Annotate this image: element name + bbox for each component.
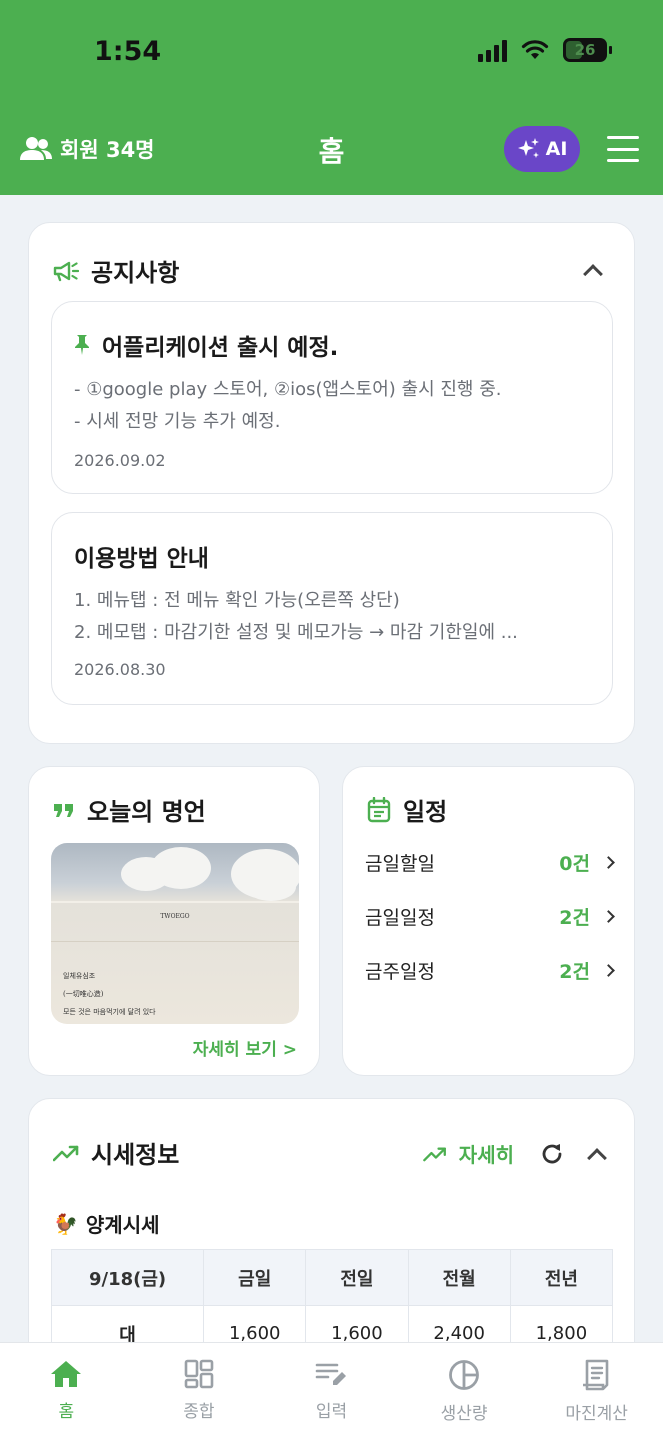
ai-button[interactable]: AI xyxy=(504,126,580,172)
schedule-row-count: 2건 xyxy=(559,960,590,983)
collapse-chevron-icon[interactable] xyxy=(583,264,603,284)
quote-image-line: (一切唯心造) xyxy=(63,990,104,998)
trending-up-icon xyxy=(422,1147,446,1161)
quote-image[interactable]: TWOEGO 일체유심조 (一切唯心造) 모든 것은 마음먹기에 달려 있다 xyxy=(51,843,299,1024)
schedule-row-week-events[interactable]: 금주일정 2건 xyxy=(365,955,615,985)
wifi-icon xyxy=(521,40,549,59)
nav-item-label: 홈 xyxy=(58,1402,75,1422)
table-header-cell: 금일 xyxy=(203,1249,307,1306)
schedule-row-count: 2건 xyxy=(559,906,590,929)
schedule-row-label: 금일할일 xyxy=(365,852,435,875)
refresh-icon[interactable] xyxy=(540,1142,564,1166)
hamburger-menu-icon[interactable] xyxy=(607,136,639,162)
bottom-nav: 홈 종합 입력 생산량 마진계산 xyxy=(0,1342,663,1440)
trending-up-icon xyxy=(53,1145,79,1161)
price-title: 시세정보 xyxy=(91,1141,180,1169)
notice-item-line: 2. 메모탭 : 마감기한 설정 및 메모가능 → 마감 기한일에 ... xyxy=(74,622,518,643)
chevron-right-icon xyxy=(602,855,615,869)
pin-icon xyxy=(75,335,89,355)
schedule-card: 일정 금일할일 0건 금일일정 2건 금주일정 2건 xyxy=(342,766,635,1076)
quote-icon xyxy=(54,803,73,817)
status-icons: 26 xyxy=(478,38,612,62)
quote-image-line: 일체유심조 xyxy=(63,972,96,980)
notice-item-title: 이용방법 안내 xyxy=(74,539,209,573)
nav-item-margin[interactable]: 마진계산 xyxy=(530,1343,663,1440)
nav-item-label: 입력 xyxy=(315,1402,348,1422)
price-detail-label: 자세히 xyxy=(458,1143,514,1167)
rooster-icon: 🐓 xyxy=(53,1211,78,1236)
notice-item-date: 2026.08.30 xyxy=(74,660,166,679)
notice-title: 공지사항 xyxy=(91,259,180,287)
price-subtitle-text: 양계시세 xyxy=(85,1213,160,1237)
notice-item-date: 2026.09.02 xyxy=(74,451,166,470)
home-icon xyxy=(51,1361,82,1387)
notice-item-title-text: 이용방법 안내 xyxy=(74,546,209,572)
schedule-row-label: 금일일정 xyxy=(365,906,435,929)
price-header: 시세정보 xyxy=(53,1135,179,1170)
notice-card: 공지사항 어플리케이션 출시 예정. - ①google play 스토어, ②… xyxy=(28,222,635,744)
price-detail-button[interactable]: 자세히 xyxy=(422,1139,514,1168)
table-header-cell: 전월 xyxy=(407,1249,511,1306)
dashboard-icon xyxy=(184,1359,214,1389)
status-time: 1:54 xyxy=(94,36,162,67)
quote-card: 오늘의 명언 TWOEGO 일체유심조 (一切唯心造) 모든 것은 마음먹기에 … xyxy=(28,766,320,1076)
quote-image-line: 모든 것은 마음먹기에 달려 있다 xyxy=(63,1008,156,1016)
schedule-row-today-events[interactable]: 금일일정 2건 xyxy=(365,901,615,931)
nav-item-summary[interactable]: 종합 xyxy=(133,1343,266,1440)
schedule-title: 일정 xyxy=(403,798,448,826)
table-header-row: 9/18(금) 금일 전일 전월 전년 xyxy=(50,1249,614,1306)
chevron-right-icon xyxy=(602,963,615,977)
schedule-header: 일정 xyxy=(367,792,447,827)
table-header-cell: 전일 xyxy=(305,1249,409,1306)
notice-item-line: - 시세 전망 기능 추가 예정. xyxy=(74,411,281,432)
notice-header: 공지사항 xyxy=(53,253,179,288)
edit-list-icon xyxy=(316,1363,347,1385)
notice-item[interactable]: 이용방법 안내 1. 메뉴탭 : 전 메뉴 확인 가능(오른쪽 상단) 2. 메… xyxy=(51,512,613,705)
battery-icon: 26 xyxy=(563,38,612,62)
receipt-icon xyxy=(582,1359,608,1391)
notice-item-line: 1. 메뉴탭 : 전 메뉴 확인 가능(오른쪽 상단) xyxy=(74,590,400,611)
notice-item[interactable]: 어플리케이션 출시 예정. - ①google play 스토어, ②ios(앱… xyxy=(51,301,613,494)
schedule-row-today-todo[interactable]: 금일할일 0건 xyxy=(365,847,615,877)
nav-item-home[interactable]: 홈 xyxy=(0,1343,133,1440)
notice-item-title: 어플리케이션 출시 예정. xyxy=(74,328,338,362)
nav-item-label: 종합 xyxy=(183,1402,215,1422)
cellular-signal-icon xyxy=(478,38,507,62)
chevron-right-icon xyxy=(602,909,615,923)
chart-pie-icon xyxy=(449,1360,479,1390)
calendar-icon xyxy=(367,796,391,822)
collapse-chevron-icon[interactable] xyxy=(587,1147,607,1168)
sparkle-icon xyxy=(517,138,539,158)
battery-level: 26 xyxy=(574,41,596,59)
quote-header: 오늘의 명언 xyxy=(53,792,206,827)
megaphone-icon xyxy=(53,261,79,281)
notice-item-title-text: 어플리케이션 출시 예정. xyxy=(102,335,339,361)
quote-title: 오늘의 명언 xyxy=(87,798,206,826)
nav-item-label: 생산량 xyxy=(440,1404,488,1424)
schedule-row-count: 0건 xyxy=(559,852,590,875)
nav-item-production[interactable]: 생산량 xyxy=(398,1343,531,1440)
table-header-cell: 전년 xyxy=(509,1249,614,1306)
nav-item-label: 마진계산 xyxy=(565,1404,628,1424)
notice-item-line: - ①google play 스토어, ②ios(앱스토어) 출시 진행 중. xyxy=(74,379,502,400)
nav-item-input[interactable]: 입력 xyxy=(265,1343,398,1440)
price-subtitle: 🐓 양계시세 xyxy=(53,1209,160,1238)
ai-button-label: AI xyxy=(545,138,568,160)
schedule-row-label: 금주일정 xyxy=(365,960,435,983)
app-header: 1:54 26 회원 34명 홈 AI xyxy=(0,0,663,195)
price-actions: 자세히 xyxy=(422,1139,607,1168)
quote-image-brand: TWOEGO xyxy=(160,913,190,920)
quote-detail-link[interactable]: 자세히 보기 > xyxy=(193,1035,297,1060)
table-header-cell: 9/18(금) xyxy=(50,1249,205,1306)
